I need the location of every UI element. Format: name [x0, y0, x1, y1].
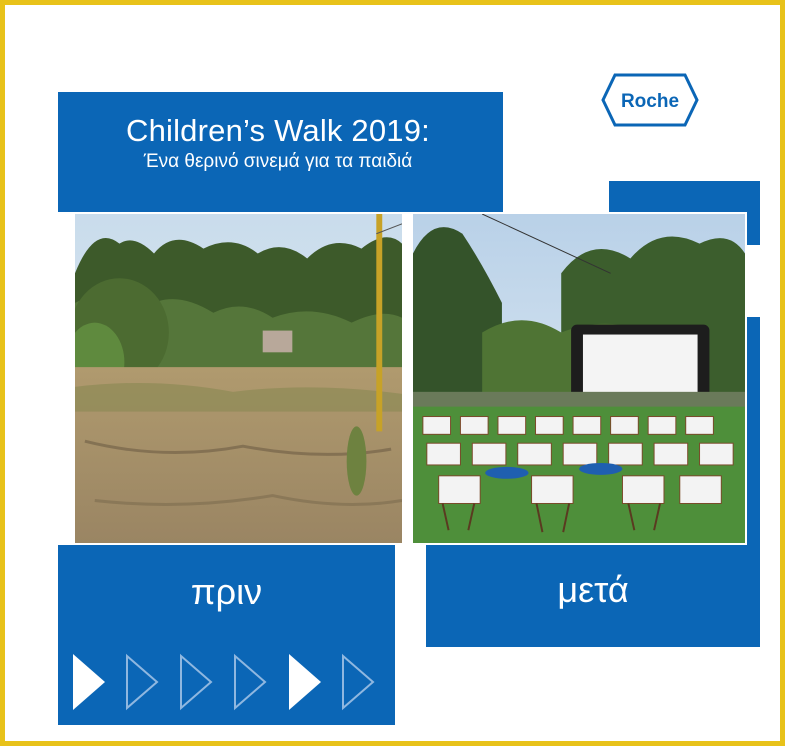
after-photo	[411, 212, 747, 545]
poster-frame: Children’s Walk 2019: Ένα θερινό σινεμά …	[0, 0, 785, 746]
arrow-row	[71, 652, 391, 712]
outline-arrow-icon	[180, 653, 213, 711]
outline-arrow-icon	[234, 653, 267, 711]
before-photo	[73, 212, 404, 545]
title-block: Children’s Walk 2019: Ένα θερινό σινεμά …	[58, 113, 498, 175]
filled-arrow-icon	[73, 654, 105, 710]
poster-subtitle: Ένα θερινό σινεμά για τα παιδιά	[143, 151, 413, 172]
poster-title: Children’s Walk 2019:	[125, 113, 430, 148]
before-label: πριν	[190, 571, 263, 612]
outline-arrow-icon	[342, 653, 375, 711]
roche-logo-text: Roche	[621, 91, 679, 112]
outline-arrow-icon	[126, 653, 159, 711]
filled-arrow-icon	[289, 654, 321, 710]
after-label: μετά	[557, 569, 629, 610]
roche-logo: Roche	[601, 73, 699, 127]
